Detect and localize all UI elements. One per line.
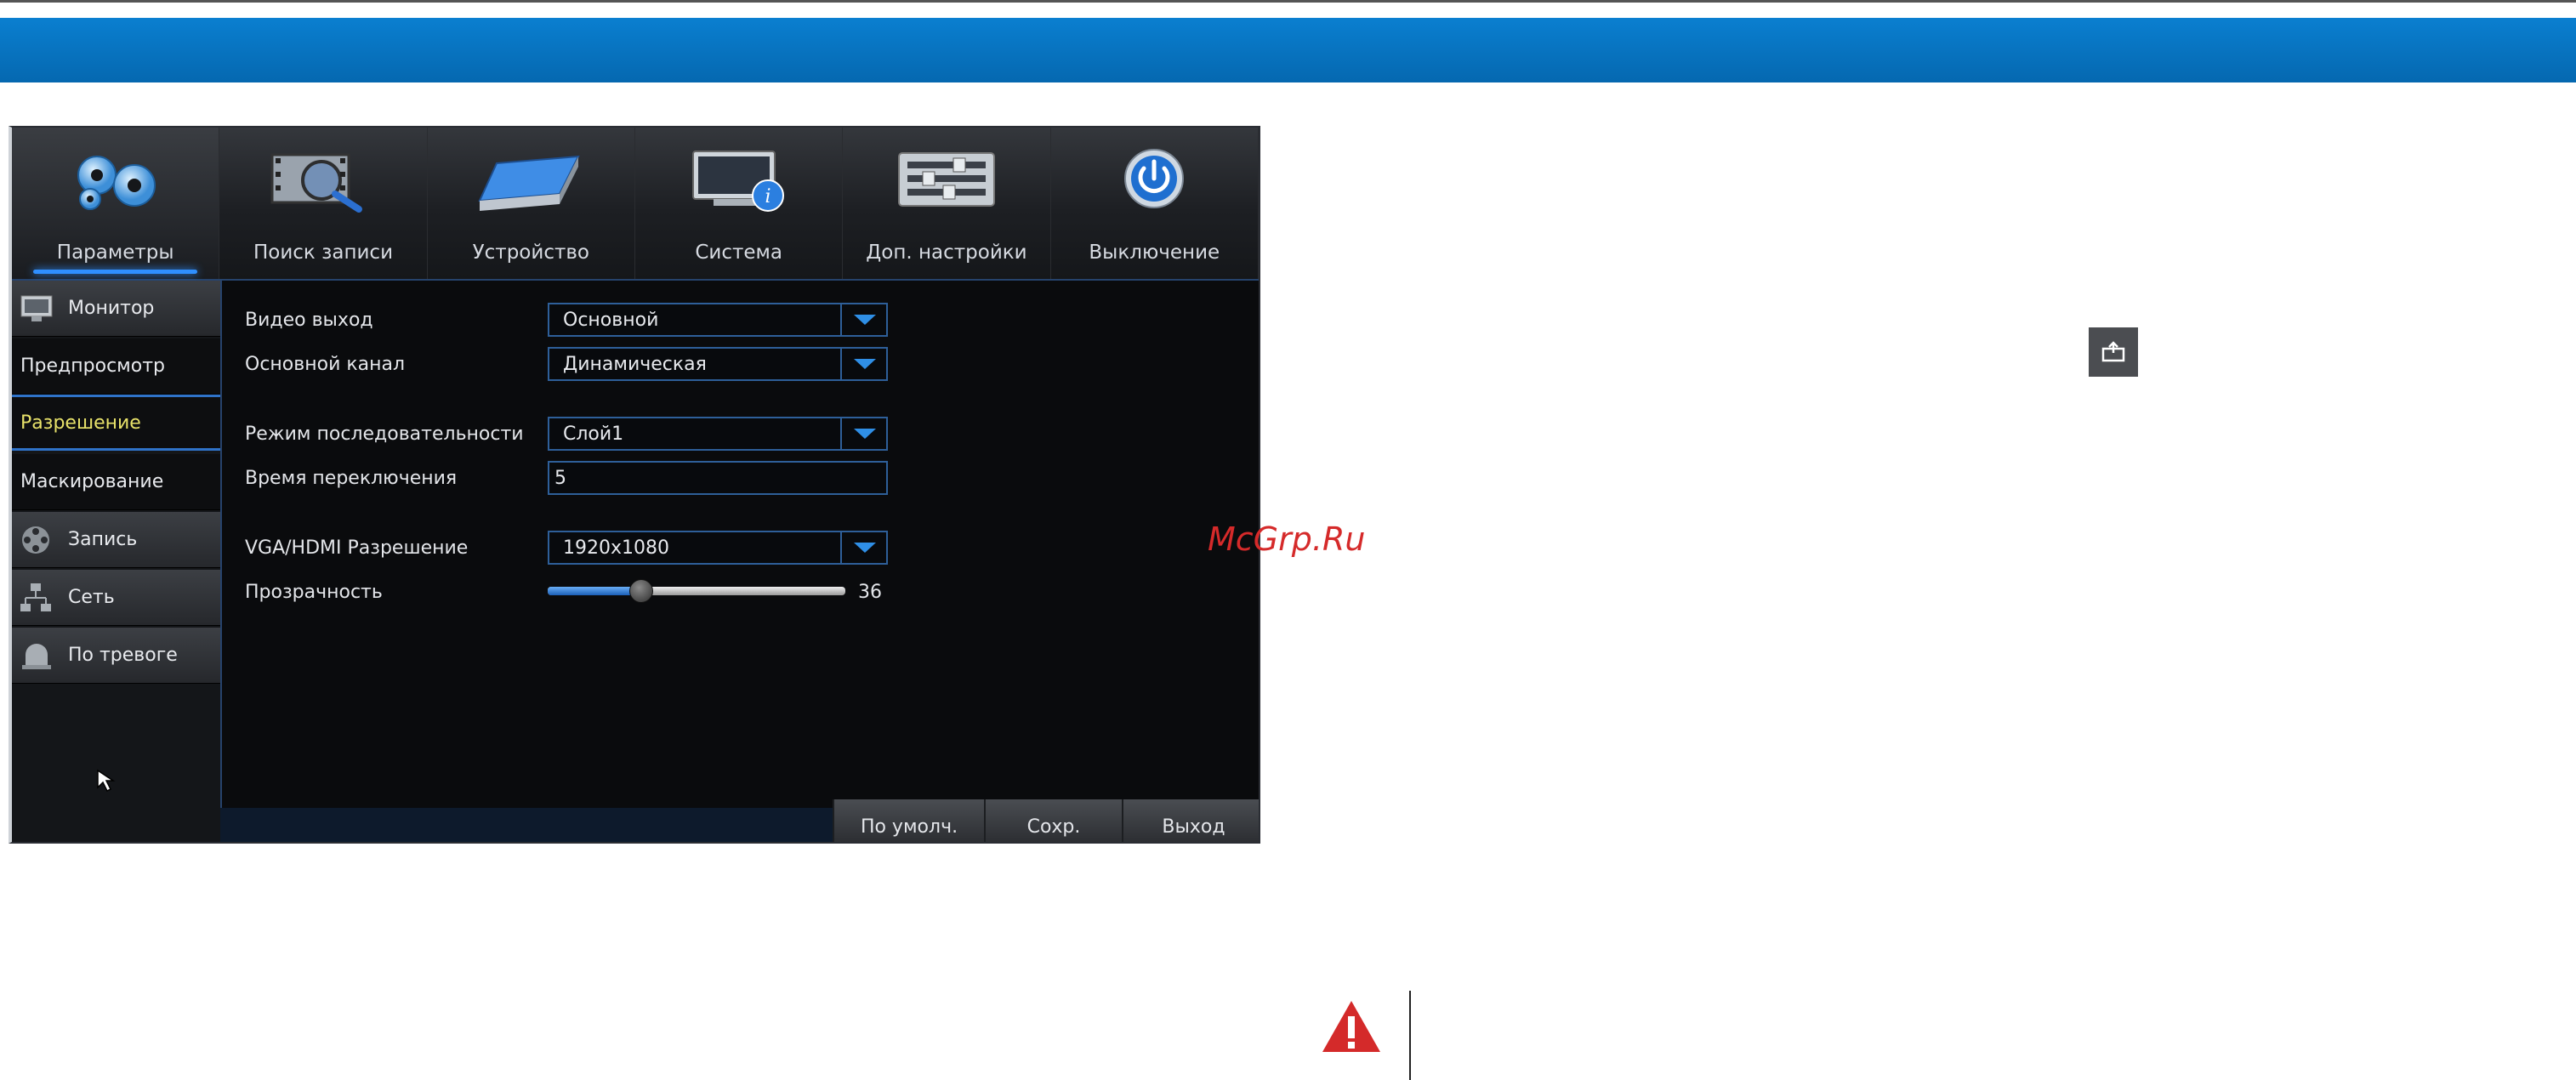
sidebar-item-label: Сеть — [68, 587, 115, 608]
top-menu-bar: Параметры Поиск записи Устройство i Сист… — [12, 128, 1259, 281]
tab-label: Устройство — [472, 242, 589, 264]
sidebar-item-alarm[interactable]: По тревоге — [12, 628, 220, 684]
video-output-value: Основной — [563, 310, 659, 331]
sequence-mode-value: Слой1 — [563, 423, 624, 445]
main-channel-select[interactable]: Динамическая — [548, 347, 888, 381]
monitor-info-icon: i — [691, 151, 784, 212]
sidebar-item-label: Предпросмотр — [20, 355, 165, 377]
switch-time-input[interactable]: 5 — [548, 461, 888, 495]
video-output-label: Видео выход — [245, 310, 373, 331]
warning-icon — [1322, 1001, 1380, 1052]
chevron-down-icon[interactable] — [840, 349, 886, 379]
top-rule — [0, 0, 2576, 3]
power-icon — [1124, 149, 1185, 208]
slider-fill — [548, 587, 640, 595]
sliders-icon — [897, 152, 995, 207]
chevron-down-icon[interactable] — [840, 418, 886, 449]
resolution-label: VGA/HDMI Разрешение — [245, 537, 469, 559]
exit-button[interactable]: Выход — [1122, 799, 1259, 842]
divider — [1409, 991, 1411, 1080]
transparency-slider[interactable] — [548, 579, 845, 603]
alarm-icon — [22, 644, 51, 669]
sidebar-item-label: Разрешение — [20, 412, 141, 434]
tab-label: Выключение — [1089, 242, 1220, 264]
tab-shutdown[interactable]: Выключение — [1051, 128, 1259, 279]
resolution-value: 1920x1080 — [563, 537, 669, 559]
sidebar-item-label: Запись — [68, 529, 138, 550]
tab-advanced[interactable]: Доп. настройки — [843, 128, 1051, 279]
sidebar-item-label: По тревоге — [68, 645, 178, 666]
video-output-select[interactable]: Основной — [548, 303, 888, 337]
sidebar-item-network[interactable]: Сеть — [12, 570, 220, 626]
tab-label: Параметры — [56, 242, 174, 264]
header-banner — [0, 18, 2576, 82]
sequence-mode-label: Режим последовательности — [245, 423, 524, 445]
tab-parameters[interactable]: Параметры — [12, 128, 220, 279]
tab-label: Поиск записи — [253, 242, 394, 264]
dvr-screenshot: Параметры Поиск записи Устройство i Сист… — [9, 126, 1260, 844]
slider-knob[interactable] — [628, 579, 653, 603]
sidebar-item-label: Монитор — [68, 298, 155, 319]
hard-drive-icon — [478, 155, 581, 211]
tab-label: Доп. настройки — [866, 242, 1027, 264]
chevron-down-icon[interactable] — [840, 532, 886, 563]
network-icon — [20, 583, 51, 611]
switch-time-label: Время переключения — [245, 468, 458, 489]
mouse-cursor-icon — [97, 769, 116, 793]
default-button[interactable]: По умолч. — [833, 799, 984, 842]
tab-device[interactable]: Устройство — [428, 128, 635, 279]
sidebar-item-record[interactable]: Запись — [12, 512, 220, 568]
film-reel-icon — [22, 526, 49, 554]
sidebar: Монитор Предпросмотр Разрешение Маскиров… — [12, 281, 222, 842]
switch-time-value: 5 — [554, 468, 566, 489]
monitor-icon — [20, 295, 53, 321]
film-search-icon — [270, 153, 362, 213]
share-icon — [2101, 341, 2125, 362]
sidebar-item-preview[interactable]: Предпросмотр — [12, 338, 220, 395]
tab-system[interactable]: i Система — [635, 128, 844, 279]
tab-label: Система — [695, 242, 782, 264]
sidebar-item-resolution[interactable]: Разрешение — [12, 395, 220, 451]
tab-record-search[interactable]: Поиск записи — [219, 128, 428, 279]
chevron-down-icon[interactable] — [840, 304, 886, 335]
watermark: McGrp.Ru — [1208, 520, 1366, 558]
resolution-select[interactable]: 1920x1080 — [548, 531, 888, 565]
sidebar-item-monitor[interactable]: Монитор — [12, 281, 220, 337]
sequence-mode-select[interactable]: Слой1 — [548, 417, 888, 451]
settings-panel: Видео выход Основной Основной канал Дина… — [220, 281, 1259, 842]
main-channel-value: Динамическая — [563, 354, 707, 375]
transparency-value: 36 — [858, 582, 882, 603]
external-link-button[interactable] — [2089, 327, 2138, 377]
gears-icon — [77, 156, 156, 210]
sidebar-item-label: Маскирование — [20, 471, 164, 492]
transparency-label: Прозрачность — [245, 582, 383, 603]
bottom-bar — [220, 808, 833, 842]
sidebar-item-masking[interactable]: Маскирование — [12, 454, 220, 510]
main-channel-label: Основной канал — [245, 354, 406, 375]
svg-text:i: i — [765, 186, 771, 207]
save-button[interactable]: Сохр. — [984, 799, 1122, 842]
